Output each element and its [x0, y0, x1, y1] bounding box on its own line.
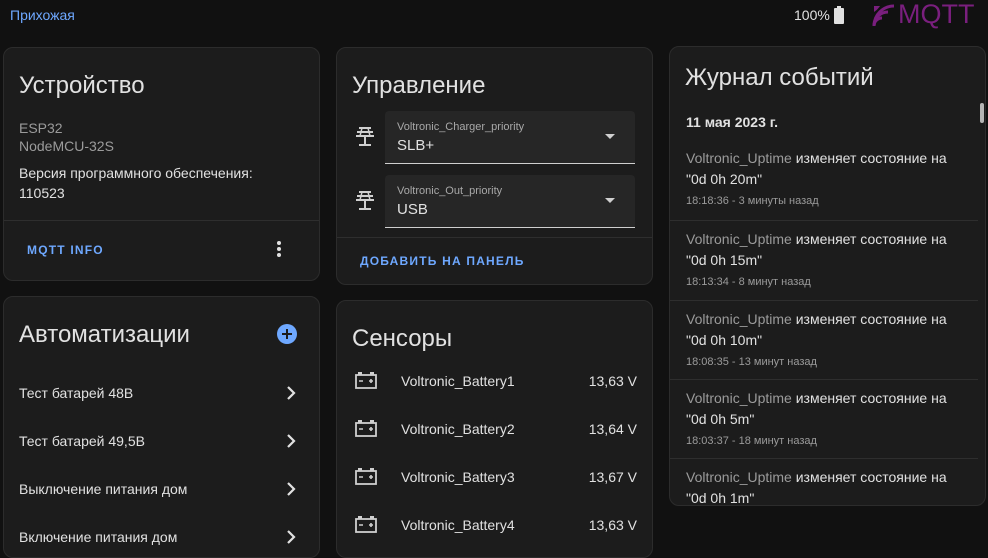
logbook-card-title: Журнал событий	[685, 64, 874, 91]
logbook-entity-link[interactable]: Voltronic_Uptime	[686, 390, 792, 406]
logbook-entity-link[interactable]: Voltronic_Uptime	[686, 469, 792, 485]
top-bar: Прихожая 100% MQTT	[0, 0, 988, 34]
controls-card: Управление Voltronic_Charger_priority SL…	[336, 47, 653, 285]
logbook-action: изменяет состояние на	[795, 311, 947, 327]
battery-full-icon	[834, 6, 844, 24]
firmware-label: Версия программного обеспечения:	[19, 165, 253, 181]
logbook-state: "0d 0h 1m"	[686, 490, 755, 506]
sensor-name: Voltronic_Battery2	[401, 421, 515, 437]
car-battery-icon	[355, 516, 377, 533]
controls-card-divider	[337, 237, 652, 238]
automation-label: Включение питания дом	[19, 529, 178, 545]
automations-card: Автоматизации Тест батарей 48В Тест бата…	[3, 296, 320, 558]
firmware-value: 110523	[19, 185, 65, 201]
logbook-scrollbar[interactable]	[980, 103, 984, 123]
dropdown-arrow-icon	[605, 134, 615, 139]
sensor-row[interactable]: Voltronic_Battery4 13,63 V	[337, 501, 652, 549]
automation-item[interactable]: Тест батарей 48В	[4, 370, 319, 418]
logbook-time: 18:18:36 - 3 минуты назад	[686, 195, 819, 207]
sensor-name: Voltronic_Battery4	[401, 517, 515, 533]
automation-item[interactable]: Тест батарей 49,5В	[4, 418, 319, 466]
chevron-right-icon	[287, 386, 296, 400]
automation-label: Тест батарей 48В	[19, 385, 134, 401]
automation-label: Тест батарей 49,5В	[19, 433, 145, 449]
chevron-right-icon	[287, 530, 296, 544]
logbook-date: 11 мая 2023 г.	[686, 114, 779, 130]
logbook-action: изменяет состояние на	[795, 231, 947, 247]
car-battery-icon	[355, 372, 377, 389]
automation-item[interactable]: Выключение питания дом	[4, 466, 319, 514]
sensors-card: Сенсоры Voltronic_Battery1 13,63 V Voltr…	[336, 300, 653, 558]
device-model: ESP32	[19, 120, 63, 136]
sensor-value: 13,64 V	[588, 421, 637, 437]
device-card-title: Устройство	[19, 72, 145, 99]
sensor-row[interactable]: Voltronic_Battery2 13,64 V	[337, 405, 652, 453]
logbook-entry: Voltronic_Uptime изменяет состояние на "…	[670, 379, 978, 460]
mqtt-logo-icon	[872, 4, 895, 27]
add-to-panel-button[interactable]: ДОБАВИТЬ НА ПАНЕЛЬ	[360, 254, 525, 268]
logbook-time: 18:13:34 - 8 минут назад	[686, 276, 811, 288]
device-manufacturer: NodeMCU-32S	[19, 138, 114, 154]
chevron-right-icon	[287, 482, 296, 496]
logbook-entity-link[interactable]: Voltronic_Uptime	[686, 150, 792, 166]
logbook-card: Журнал событий 11 мая 2023 г. Voltronic_…	[669, 46, 986, 506]
sensor-value: 13,67 V	[588, 469, 637, 485]
car-battery-icon	[355, 468, 377, 485]
battery-level: 100%	[794, 7, 830, 23]
sensor-name: Voltronic_Battery3	[401, 469, 515, 485]
automations-card-title: Автоматизации	[19, 321, 190, 348]
logbook-entity-link[interactable]: Voltronic_Uptime	[686, 231, 792, 247]
logbook-entry: Voltronic_Uptime изменяет состояние на "…	[670, 300, 978, 381]
controls-card-title: Управление	[352, 72, 486, 99]
logbook-entity-link[interactable]: Voltronic_Uptime	[686, 311, 792, 327]
logbook-action: изменяет состояние на	[795, 390, 947, 406]
sensor-value: 13,63 V	[588, 373, 637, 389]
solar-power-icon	[356, 191, 374, 210]
device-card-divider	[4, 220, 319, 221]
sensor-value: 13,63 V	[588, 517, 637, 533]
mqtt-info-button[interactable]: MQTT INFO	[27, 243, 104, 257]
add-automation-icon[interactable]	[277, 324, 297, 344]
logbook-state: "0d 0h 10m"	[686, 332, 763, 348]
select-label: Voltronic_Out_priority	[397, 185, 503, 197]
more-options-icon[interactable]	[277, 241, 283, 259]
solar-power-icon	[356, 127, 374, 146]
charger-priority-select[interactable]: Voltronic_Charger_priority SLB+	[385, 111, 635, 164]
sensors-card-title: Сенсоры	[352, 325, 453, 352]
select-label: Voltronic_Charger_priority	[397, 121, 525, 133]
car-battery-icon	[355, 420, 377, 437]
logbook-state: "0d 0h 15m"	[686, 252, 763, 268]
select-value: SLB+	[397, 137, 435, 154]
sensor-name: Voltronic_Battery1	[401, 373, 515, 389]
automation-item[interactable]: Включение питания дом	[4, 514, 319, 557]
sensor-row[interactable]: Voltronic_Battery3 13,67 V	[337, 453, 652, 501]
logbook-entry: Voltronic_Uptime изменяет состояние на "…	[670, 458, 978, 506]
sensor-row[interactable]: Voltronic_Battery1 13,63 V	[337, 357, 652, 405]
logbook-entry: Voltronic_Uptime изменяет состояние на "…	[670, 140, 978, 220]
logbook-time: 18:08:35 - 13 минут назад	[686, 356, 817, 368]
mqtt-brand-text: MQTT	[898, 0, 975, 29]
select-value: USB	[397, 201, 428, 218]
logbook-state: "0d 0h 5m"	[686, 411, 755, 427]
dropdown-arrow-icon	[605, 198, 615, 203]
breadcrumb-area[interactable]: Прихожая	[10, 7, 75, 23]
device-card: Устройство ESP32 NodeMCU-32S Версия прог…	[3, 47, 320, 281]
automation-label: Выключение питания дом	[19, 481, 188, 497]
chevron-right-icon	[287, 434, 296, 448]
logbook-entry: Voltronic_Uptime изменяет состояние на "…	[670, 220, 978, 301]
logbook-action: изменяет состояние на	[795, 469, 947, 485]
logbook-action: изменяет состояние на	[795, 150, 947, 166]
logbook-time: 18:03:37 - 18 минут назад	[686, 435, 817, 447]
logbook-state: "0d 0h 20m"	[686, 171, 763, 187]
out-priority-select[interactable]: Voltronic_Out_priority USB	[385, 175, 635, 228]
